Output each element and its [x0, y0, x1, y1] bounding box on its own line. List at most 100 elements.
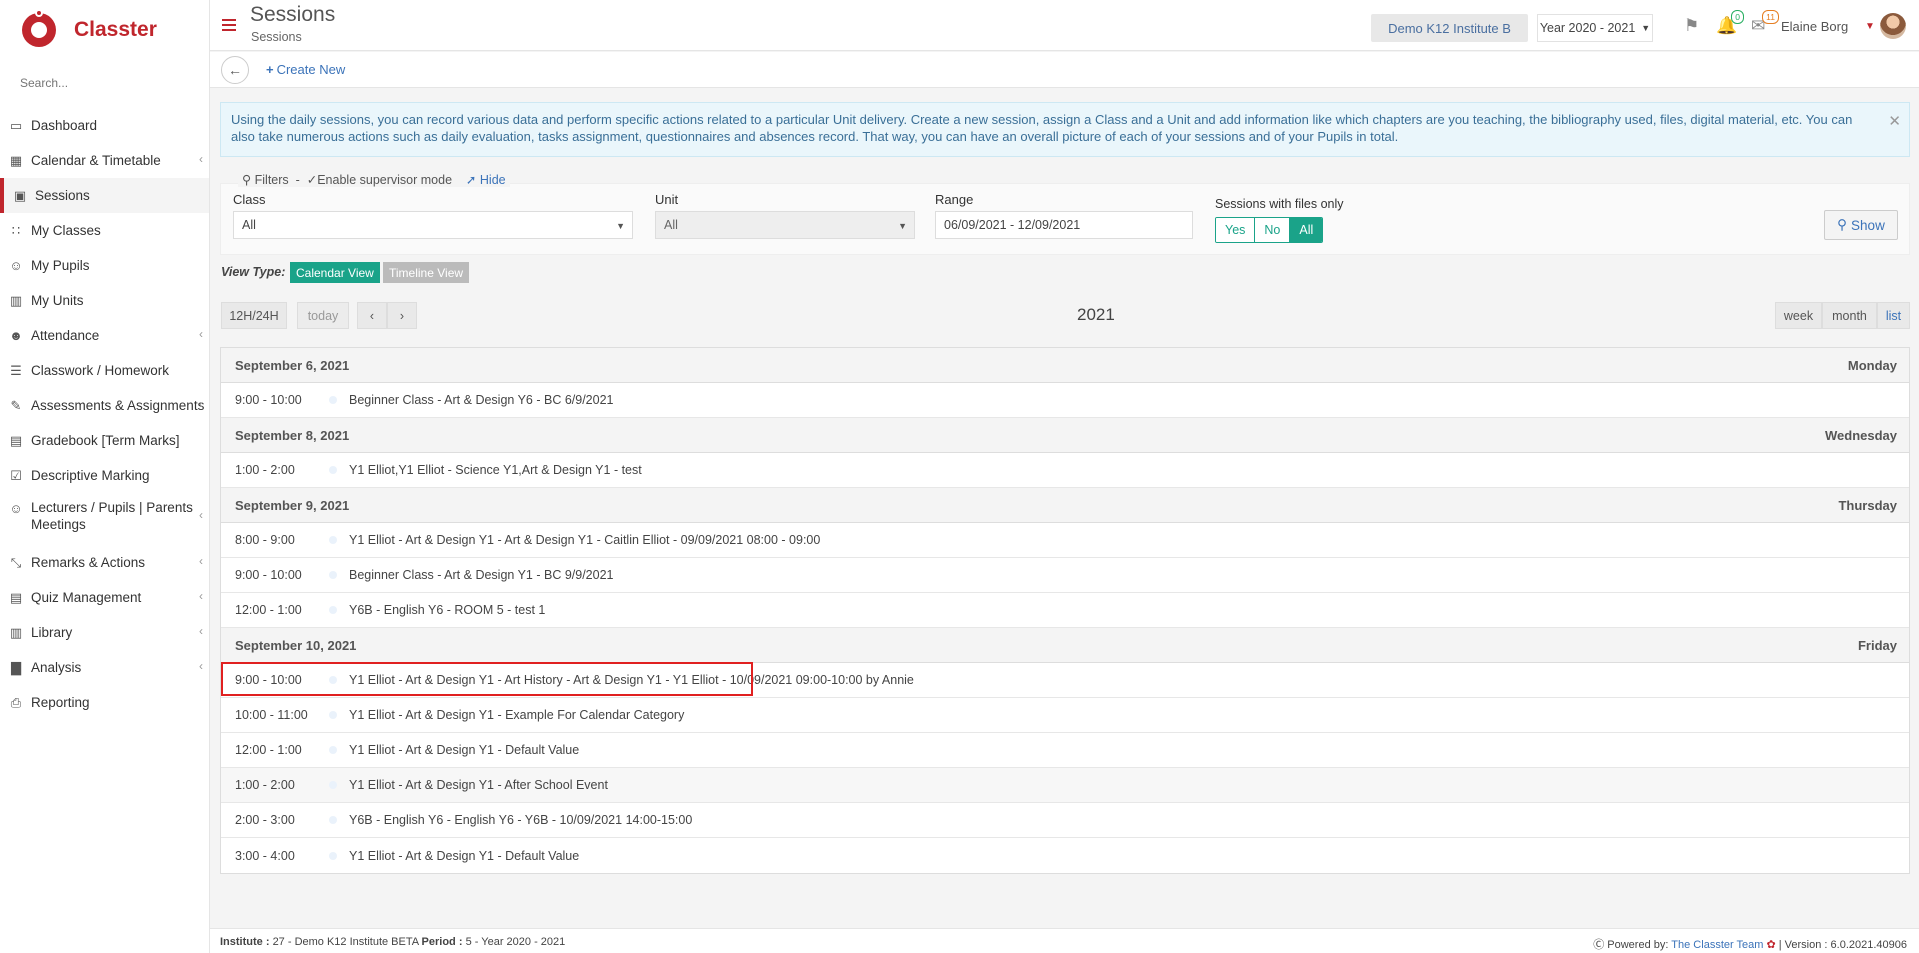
files-all-button[interactable]: All — [1290, 218, 1323, 242]
session-row[interactable]: 2:00 - 3:00 Y6B - English Y6 - English Y6… — [221, 803, 1909, 838]
info-text: Using the daily sessions, you can record… — [231, 112, 1853, 144]
classter-team-link[interactable]: The Classter Team — [1671, 939, 1763, 951]
notifications-badge: 0 — [1731, 10, 1744, 24]
sidebar-item-remarks-actions[interactable]: ⤡ Remarks & Actions ‹ — [0, 545, 209, 580]
chevron-left-icon: ‹ — [199, 659, 203, 673]
show-button[interactable]: ⚲ Show — [1824, 210, 1898, 240]
sidebar-item-label: Dashboard — [31, 118, 98, 133]
list-view-button[interactable]: list — [1877, 302, 1910, 329]
event-dot-icon — [329, 851, 337, 860]
session-row[interactable]: 9:00 - 10:00 Y1 Elliot - Art & Design Y1 … — [221, 663, 1909, 698]
day-weekday: Wednesday — [1824, 427, 1897, 443]
chevron-left-icon: ‹ — [199, 589, 203, 603]
caret-down-icon: ▼ — [1641, 23, 1651, 33]
sidebar-item-calendar-timetable[interactable]: ▦ Calendar & Timetable ‹ — [0, 143, 209, 178]
session-title: Y1 Elliot - Art & Design Y1 - Default Va… — [349, 848, 580, 863]
sidebar-item-assessments-assignments[interactable]: ✎ Assessments & Assignments ‹ — [0, 388, 209, 423]
next-button[interactable]: › — [387, 302, 417, 329]
caret-down-icon: ▼ — [616, 221, 625, 231]
session-row[interactable]: 9:00 - 10:00 Beginner Class - Art & Desig… — [221, 558, 1909, 593]
sidebar-item-dashboard[interactable]: ▭ Dashboard — [0, 108, 209, 143]
sidebar-item-classwork-homework[interactable]: ☰ Classwork / Homework — [0, 353, 209, 388]
sidebar-item-analysis[interactable]: ▇ Analysis ‹ — [0, 650, 209, 685]
top-header: Sessions Sessions Demo K12 Institute B Y… — [210, 0, 1919, 51]
session-title: Beginner Class - Art & Design Y1 - BC 9/… — [349, 568, 614, 582]
session-time: 12:00 - 1:00 — [235, 603, 302, 617]
unit-select[interactable]: All ▼ — [655, 211, 915, 239]
session-row[interactable]: 12:00 - 1:00 Y6B - English Y6 - ROOM 5 - … — [221, 593, 1909, 628]
session-row[interactable]: 1:00 - 2:00 Y1 Elliot,Y1 Elliot - Science… — [221, 453, 1909, 488]
files-yes-button[interactable]: Yes — [1216, 218, 1256, 242]
sidebar-item-my-units[interactable]: ▥ My Units — [0, 283, 209, 318]
hamburger-menu-icon[interactable] — [222, 19, 236, 31]
sidebar-item-gradebook-term-marks[interactable]: ▤ Gradebook [Term Marks] — [0, 423, 209, 458]
envelope-icon[interactable]: ✉ 11 — [1751, 10, 1779, 36]
month-view-button[interactable]: month — [1822, 302, 1877, 329]
toggle-12h-24h-button[interactable]: 12H/24H — [221, 302, 287, 329]
sidebar-item-sessions[interactable]: ▣ Sessions — [0, 178, 209, 213]
range-value: 06/09/2021 - 12/09/2021 — [944, 218, 1081, 232]
sidebar: Classter ▭ Dashboard ▦ Calendar & Timetable… — [0, 0, 210, 953]
sidebar-search — [14, 70, 195, 96]
create-new-button[interactable]: + Create New — [266, 62, 345, 77]
session-title: Y1 Elliot - Art & Design Y1 - Art Histor… — [349, 673, 914, 687]
range-input[interactable]: 06/09/2021 - 12/09/2021 — [935, 211, 1193, 239]
event-dot-icon — [329, 536, 337, 544]
avatar[interactable] — [1880, 13, 1906, 39]
session-row[interactable]: 3:00 - 4:00 Y1 Elliot - Art & Design Y1 -… — [221, 838, 1909, 873]
brand-name: Classter — [74, 18, 157, 41]
attendance-icon: ☻ — [9, 328, 23, 343]
footer: Institute : 27 - Demo K12 Institute BETA… — [210, 928, 1919, 953]
sidebar-item-descriptive-marking[interactable]: ☑ Descriptive Marking — [0, 458, 209, 493]
event-dot-icon — [329, 711, 337, 719]
sidebar-item-attendance[interactable]: ☻ Attendance ‹ — [0, 318, 209, 353]
sidebar-item-my-classes[interactable]: ∷ My Classes — [0, 213, 209, 248]
sidebar-item-label: Descriptive Marking — [31, 468, 150, 483]
session-row[interactable]: 10:00 - 11:00 Y1 Elliot - Art & Design Y1… — [221, 698, 1909, 733]
class-select[interactable]: All ▼ — [233, 211, 633, 239]
session-row[interactable]: 12:00 - 1:00 Y1 Elliot - Art & Design Y1 … — [221, 733, 1909, 768]
sidebar-item-quiz-management[interactable]: ▤ Quiz Management ‹ — [0, 580, 209, 615]
day-header: September 6, 2021 Monday — [221, 348, 1909, 383]
prev-button[interactable]: ‹ — [357, 302, 387, 329]
session-row[interactable]: 8:00 - 9:00 Y1 Elliot - Art & Design Y1 -… — [221, 523, 1909, 558]
page-title: Sessions — [250, 3, 336, 26]
day-header: September 9, 2021 Thursday — [221, 488, 1909, 523]
sidebar-item-label: Lecturers / Pupils | Parents Meetings — [31, 500, 193, 532]
hide-filters-link[interactable]: ➚ Hide — [466, 173, 506, 187]
unit-label: Unit — [655, 192, 679, 207]
user-name[interactable]: Elaine Borg — [1781, 19, 1848, 34]
back-button[interactable]: ← — [221, 56, 249, 84]
sidebar-item-library[interactable]: ▥ Library ‹ — [0, 615, 209, 650]
bell-icon[interactable]: 🔔 0 — [1716, 10, 1744, 36]
search-input[interactable] — [20, 76, 190, 90]
week-view-button[interactable]: week — [1775, 302, 1822, 329]
session-time: 10:00 - 11:00 — [235, 708, 308, 722]
logo[interactable]: Classter — [0, 0, 209, 60]
year-dropdown[interactable]: Year 2020 - 2021 ▼ — [1537, 14, 1653, 42]
calendar-icon: ▦ — [9, 152, 23, 168]
gradebook-icon: ▤ — [9, 432, 23, 448]
sidebar-item-reporting[interactable]: ⎙ Reporting — [0, 685, 209, 720]
today-button[interactable]: today — [297, 302, 349, 329]
session-row[interactable]: 9:00 - 10:00 Beginner Class - Art & Desig… — [221, 383, 1909, 418]
close-icon[interactable]: ✕ — [1888, 113, 1901, 130]
flag-icon[interactable]: ⚑ — [1684, 16, 1706, 36]
class-value: All — [242, 218, 256, 232]
sidebar-item-lecturers-pupils-parents-meetings[interactable]: ☺ Lecturers / Pupils | Parents Meetings ‹ — [0, 493, 209, 545]
day-date: September 9, 2021 — [235, 497, 350, 513]
timeline-view-button[interactable]: Timeline View — [383, 262, 470, 283]
institute-button[interactable]: Demo K12 Institute B — [1371, 14, 1528, 42]
event-dot-icon — [329, 396, 337, 404]
calendar-view-button[interactable]: Calendar View — [290, 262, 380, 283]
supervisor-mode-toggle[interactable]: ✓Enable supervisor mode — [307, 173, 452, 187]
session-title: Y1 Elliot - Art & Design Y1 - After Scho… — [349, 778, 608, 792]
user-caret-icon[interactable]: ▼ — [1865, 21, 1875, 32]
event-dot-icon — [329, 571, 337, 579]
session-title: Y1 Elliot - Art & Design Y1 - Art & Desi… — [349, 533, 821, 547]
files-no-button[interactable]: No — [1255, 218, 1291, 242]
sidebar-item-my-pupils[interactable]: ☺ My Pupils — [0, 248, 209, 283]
copyright-icon: Ⓒ — [1593, 939, 1605, 951]
session-row[interactable]: 1:00 - 2:00 Y1 Elliot - Art & Design Y1 -… — [221, 768, 1909, 803]
check-icon: ✓ — [306, 173, 318, 187]
